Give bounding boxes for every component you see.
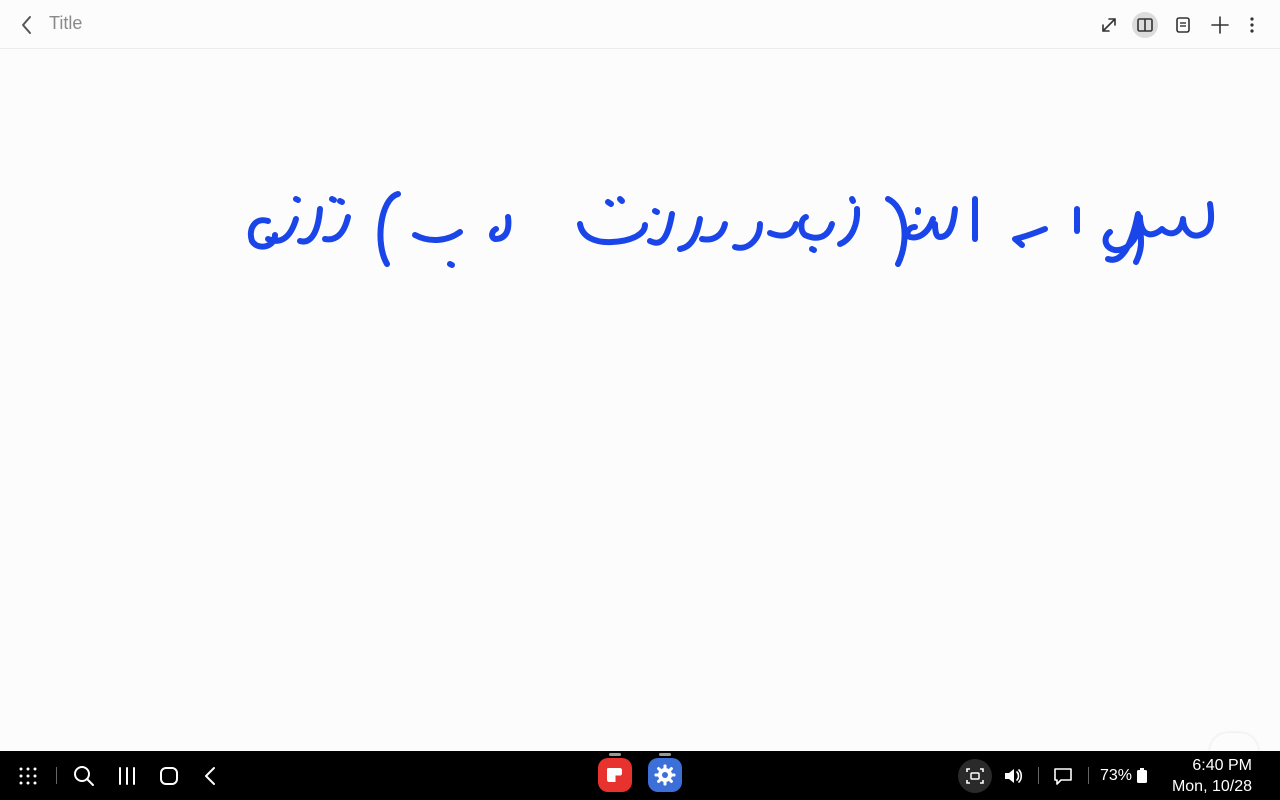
nav-back-button[interactable] <box>199 764 223 788</box>
add-button[interactable] <box>1205 10 1235 40</box>
gear-icon <box>654 764 676 786</box>
notes-icon <box>607 768 622 782</box>
app-top-bar: Title <box>0 0 1280 49</box>
note-title[interactable]: Title <box>49 13 82 34</box>
note-canvas[interactable] <box>0 49 1280 751</box>
screenshot-icon <box>966 768 984 784</box>
back-arrow-icon <box>205 767 215 785</box>
settings-app-icon[interactable] <box>648 758 682 792</box>
search-icon <box>74 766 94 786</box>
recent-apps-button[interactable] <box>115 764 139 788</box>
battery-level: 73% <box>1100 767 1133 784</box>
reading-mode-button[interactable] <box>1132 12 1158 38</box>
volume-icon <box>1005 769 1023 783</box>
document-icon <box>1176 17 1190 33</box>
home-button[interactable] <box>157 764 181 788</box>
notifications-button[interactable] <box>1051 764 1075 788</box>
expand-arrows-icon <box>1102 18 1116 32</box>
taskbar-divider <box>1038 767 1039 784</box>
screen-capture-button[interactable] <box>958 759 992 793</box>
running-indicator <box>609 753 621 756</box>
system-taskbar: 73% 6:40 PM Mon, 10/28 <box>0 751 1280 800</box>
page-view-button[interactable] <box>1168 10 1198 40</box>
search-button[interactable] <box>72 764 96 788</box>
expand-button[interactable] <box>1094 10 1124 40</box>
home-icon <box>160 767 178 785</box>
recents-icon <box>119 767 135 785</box>
handwriting-ink <box>247 191 1215 268</box>
back-button[interactable] <box>14 12 40 38</box>
samsung-notes-app-icon[interactable] <box>598 758 632 792</box>
volume-button[interactable] <box>1001 764 1025 788</box>
book-icon <box>1137 18 1153 32</box>
apps-grid-icon <box>19 767 37 785</box>
message-icon <box>1054 768 1072 785</box>
battery-icon <box>1135 767 1149 785</box>
running-indicator <box>659 753 671 756</box>
taskbar-divider <box>56 767 57 784</box>
more-options-button[interactable] <box>1237 10 1267 40</box>
clock-date: Mon, 10/28 <box>1171 778 1252 795</box>
clock[interactable]: 6:40 PM Mon, 10/28 <box>1166 755 1252 797</box>
chevron-left-icon <box>22 16 31 34</box>
plus-icon <box>1211 16 1229 34</box>
apps-grid-button[interactable] <box>16 764 40 788</box>
clock-time: 6:40 PM <box>1192 757 1252 774</box>
taskbar-divider <box>1088 767 1089 784</box>
more-vertical-icon <box>1250 17 1254 33</box>
